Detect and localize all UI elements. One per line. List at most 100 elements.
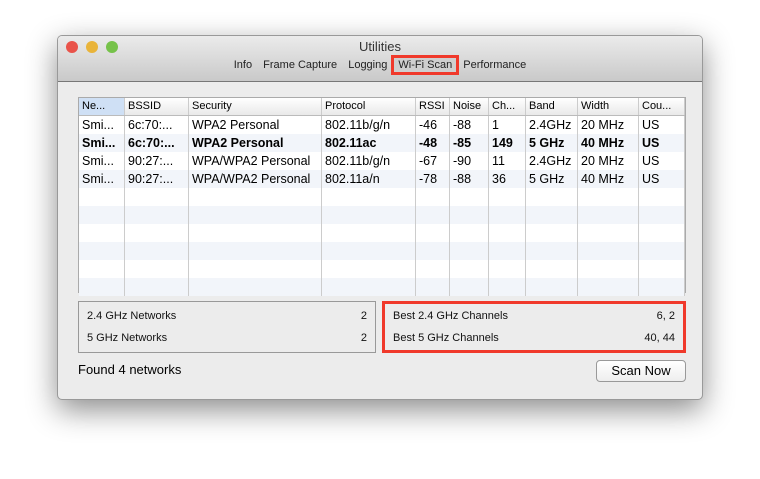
column-header[interactable]: Ne... xyxy=(79,98,125,115)
table-cell xyxy=(79,242,125,260)
table-cell: 40 MHz xyxy=(578,170,639,188)
value-5ghz-networks: 2 xyxy=(360,332,367,344)
column-header[interactable]: Band xyxy=(526,98,578,115)
table-cell xyxy=(79,206,125,224)
table-cell xyxy=(125,260,189,278)
column-header[interactable]: Security xyxy=(189,98,322,115)
table-cell xyxy=(578,278,639,296)
table-cell: -46 xyxy=(416,116,450,134)
table-cell: 5 GHz xyxy=(526,134,578,152)
table-cell xyxy=(489,188,526,206)
table-cell xyxy=(639,242,685,260)
label-5ghz-networks: 5 GHz Networks xyxy=(87,332,168,344)
table-cell: -48 xyxy=(416,134,450,152)
table-cell xyxy=(322,242,416,260)
tab-logging[interactable]: Logging xyxy=(344,58,391,72)
table-cell: Smi... xyxy=(79,134,125,152)
tab-frame-capture[interactable]: Frame Capture xyxy=(259,58,341,72)
table-cell xyxy=(189,278,322,296)
table-cell: WPA/WPA2 Personal xyxy=(189,170,322,188)
empty-row xyxy=(79,224,685,242)
empty-row xyxy=(79,260,685,278)
table-cell: 11 xyxy=(489,152,526,170)
tab-wifi-scan[interactable]: Wi-Fi Scan xyxy=(391,55,460,75)
table-cell: -90 xyxy=(450,152,489,170)
table-cell xyxy=(450,278,489,296)
table-cell xyxy=(125,224,189,242)
empty-row xyxy=(79,278,685,296)
value-24ghz-networks: 2 xyxy=(360,310,367,322)
table-cell: -78 xyxy=(416,170,450,188)
table-cell: 2.4GHz xyxy=(526,116,578,134)
table-cell: WPA/WPA2 Personal xyxy=(189,152,322,170)
table-cell xyxy=(489,242,526,260)
table-cell xyxy=(189,260,322,278)
table-cell: -88 xyxy=(450,170,489,188)
window-title: Utilities xyxy=(359,39,401,54)
table-cell: 20 MHz xyxy=(578,116,639,134)
table-cell xyxy=(526,278,578,296)
empty-row xyxy=(79,188,685,206)
table-row[interactable]: Smi... 90:27:... WPA/WPA2 Personal 802.11a/… xyxy=(79,170,685,188)
network-counts-box: 2.4 GHz Networks 2 5 GHz Networks 2 xyxy=(78,301,376,353)
empty-row xyxy=(79,242,685,260)
table-cell xyxy=(322,188,416,206)
table-cell: 36 xyxy=(489,170,526,188)
value-best-24ghz: 6, 2 xyxy=(656,310,675,322)
table-cell xyxy=(450,206,489,224)
table-cell: 40 MHz xyxy=(578,134,639,152)
table-cell: Smi... xyxy=(79,152,125,170)
table-cell: 6c:70:... xyxy=(125,134,189,152)
table-cell xyxy=(578,188,639,206)
table-cell xyxy=(526,260,578,278)
table-cell: -85 xyxy=(450,134,489,152)
table-cell: -88 xyxy=(450,116,489,134)
table-cell xyxy=(416,188,450,206)
table-cell: 802.11b/g/n xyxy=(322,116,416,134)
table-cell: 802.11ac xyxy=(322,134,416,152)
column-header[interactable]: Cou... xyxy=(639,98,685,115)
table-cell xyxy=(578,206,639,224)
table-cell xyxy=(639,278,685,296)
tab-info[interactable]: Info xyxy=(230,58,256,72)
table-header[interactable]: Ne... BSSID Security Protocol RSSI Noise Ch...… xyxy=(79,98,685,116)
label-best-24ghz: Best 2.4 GHz Channels xyxy=(393,310,508,322)
column-header[interactable]: BSSID xyxy=(125,98,189,115)
table-row[interactable]: Smi... 6c:70:... WPA2 Personal 802.11b/g/n -… xyxy=(79,116,685,134)
table-cell xyxy=(489,278,526,296)
table-cell xyxy=(416,224,450,242)
table-cell xyxy=(416,206,450,224)
empty-row xyxy=(79,206,685,224)
column-header[interactable]: Noise xyxy=(450,98,489,115)
table-row[interactable]: Smi... 90:27:... WPA/WPA2 Personal 802.11b/… xyxy=(79,152,685,170)
column-header[interactable]: Protocol xyxy=(322,98,416,115)
scan-now-button[interactable]: Scan Now xyxy=(596,360,686,382)
table-cell xyxy=(189,188,322,206)
table-cell xyxy=(79,188,125,206)
column-header[interactable]: RSSI xyxy=(416,98,450,115)
table-cell: 1 xyxy=(489,116,526,134)
table-cell xyxy=(578,224,639,242)
column-header[interactable]: Width xyxy=(578,98,639,115)
table-cell xyxy=(416,242,450,260)
table-cell: 149 xyxy=(489,134,526,152)
table-cell xyxy=(189,224,322,242)
table-cell: 90:27:... xyxy=(125,152,189,170)
table-cell xyxy=(450,188,489,206)
label-24ghz-networks: 2.4 GHz Networks xyxy=(87,310,177,322)
label-best-5ghz: Best 5 GHz Channels xyxy=(393,332,499,344)
table-cell xyxy=(416,278,450,296)
table-cell xyxy=(79,278,125,296)
table-cell: 6c:70:... xyxy=(125,116,189,134)
status-text: Found 4 networks xyxy=(78,362,182,377)
table-cell xyxy=(639,224,685,242)
table-cell xyxy=(125,206,189,224)
column-header[interactable]: Ch... xyxy=(489,98,526,115)
table-cell xyxy=(639,260,685,278)
table-cell xyxy=(189,242,322,260)
table-row[interactable]: Smi... 6c:70:... WPA2 Personal 802.11ac -48-… xyxy=(79,134,685,152)
tab-performance[interactable]: Performance xyxy=(459,58,530,72)
value-best-5ghz: 40, 44 xyxy=(644,332,675,344)
table-cell xyxy=(489,206,526,224)
table-cell: Smi... xyxy=(79,170,125,188)
